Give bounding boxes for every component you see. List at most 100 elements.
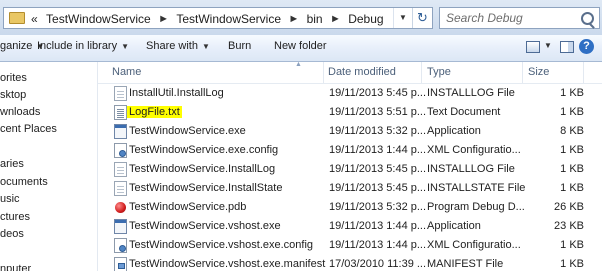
file-row[interactable]: LogFile.txt 19/11/2013 5:51 p... Text Do… [98, 103, 602, 122]
column-divider[interactable] [421, 62, 422, 83]
file-row[interactable]: TestWindowService.InstallState 19/11/201… [98, 179, 602, 198]
breadcrumb-separator-icon[interactable]: ► [330, 13, 341, 25]
file-name-highlighted: LogFile.txt [127, 106, 182, 118]
address-bar-row: « TestWindowService ► TestWindowService … [0, 0, 602, 36]
file-row[interactable]: TestWindowService.exe.config 19/11/2013 … [98, 141, 602, 160]
address-bar[interactable]: « TestWindowService ► TestWindowService … [3, 7, 433, 29]
breadcrumb-item[interactable]: TestWindowService [46, 12, 151, 26]
breadcrumb-overflow[interactable]: « [31, 12, 38, 26]
breadcrumb-item[interactable]: Debug [348, 12, 383, 26]
file-date: 19/11/2013 5:51 p... [329, 106, 427, 118]
nav-item-downloads[interactable]: wnloads [0, 106, 40, 118]
nav-item-videos[interactable]: deos [0, 228, 24, 240]
document-icon [114, 162, 127, 177]
burn-button[interactable]: Burn [228, 40, 251, 52]
folder-icon [9, 12, 25, 24]
file-type: XML Configuratio... [427, 239, 521, 251]
file-type: Application [427, 220, 481, 232]
share-with-button[interactable]: Share with ▼ [146, 40, 210, 52]
file-name: TestWindowService.InstallState [129, 182, 283, 194]
file-type: INSTALLLOG File [427, 163, 515, 175]
include-in-library-button[interactable]: Include in library ▼ [37, 40, 129, 52]
file-row[interactable]: TestWindowService.InstallLog 19/11/2013 … [98, 160, 602, 179]
chevron-down-icon[interactable]: ▼ [393, 8, 412, 28]
file-row[interactable]: TestWindowService.vshost.exe.config 19/1… [98, 236, 602, 255]
file-size: 26 KB [554, 201, 584, 213]
file-name: TestWindowService.vshost.exe [129, 220, 281, 232]
text-file-icon [114, 105, 127, 120]
help-icon[interactable]: ? [579, 39, 594, 54]
nav-item-recent-places[interactable]: cent Places [0, 123, 57, 135]
nav-item-documents[interactable]: ocuments [0, 176, 48, 188]
file-size: 23 KB [554, 220, 584, 232]
document-icon [114, 181, 127, 196]
nav-item-favorites[interactable]: orites [0, 72, 27, 84]
file-size: 8 KB [560, 125, 584, 137]
search-input[interactable]: Search Debug [439, 7, 600, 29]
column-divider[interactable] [583, 62, 584, 83]
file-type: INSTALLSTATE File [427, 182, 525, 194]
file-date: 19/11/2013 1:44 p... [329, 220, 427, 232]
file-name: TestWindowService.vshost.exe.config [129, 239, 314, 251]
file-type: XML Configuratio... [427, 144, 521, 156]
nav-item-desktop[interactable]: sktop [0, 89, 26, 101]
chevron-down-icon: ▼ [201, 42, 210, 51]
file-name: TestWindowService.pdb [129, 201, 247, 213]
breadcrumb-item[interactable]: bin [307, 12, 323, 26]
file-row[interactable]: TestWindowService.pdb 19/11/2013 5:32 p.… [98, 198, 602, 217]
column-header-size[interactable]: Size [528, 66, 549, 78]
config-icon [114, 143, 127, 158]
exe-icon [114, 124, 127, 139]
file-date: 19/11/2013 5:32 p... [329, 201, 427, 213]
file-type: Application [427, 125, 481, 137]
file-row[interactable]: TestWindowService.exe 19/11/2013 5:32 p.… [98, 122, 602, 141]
nav-item-pictures[interactable]: ctures [0, 211, 30, 223]
file-date: 19/11/2013 1:44 p... [329, 144, 427, 156]
nav-item-libraries[interactable]: aries [0, 158, 24, 170]
breadcrumb-item[interactable]: TestWindowService [176, 12, 281, 26]
file-type: Program Debug D... [427, 201, 525, 213]
file-list: InstallUtil.InstallLog 19/11/2013 5:45 p… [98, 84, 602, 271]
column-header-name[interactable]: Name [112, 66, 141, 78]
command-bar: ganize ▼ Include in library ▼ Share with ▼ … [0, 35, 602, 62]
chevron-down-icon[interactable]: ▼ [544, 41, 552, 50]
file-size: 1 KB [560, 239, 584, 251]
file-date: 19/11/2013 5:45 p... [329, 87, 427, 99]
file-name: TestWindowService.exe [129, 125, 246, 137]
include-label: Include in library [37, 40, 118, 52]
file-date: 19/11/2013 5:45 p... [329, 163, 427, 175]
new-folder-button[interactable]: New folder [274, 40, 327, 52]
nav-item-music[interactable]: usic [0, 193, 20, 205]
sort-indicator-icon: ▲ [295, 61, 302, 68]
exe-icon [114, 219, 127, 234]
column-header-date-modified[interactable]: Date modified [328, 66, 396, 78]
view-controls: ▼ ? [522, 39, 596, 57]
file-row[interactable]: InstallUtil.InstallLog 19/11/2013 5:45 p… [98, 84, 602, 103]
file-name: TestWindowService.exe.config [129, 144, 279, 156]
breadcrumb-separator-icon[interactable]: ► [158, 13, 169, 25]
file-name: LogFile.txt [127, 106, 182, 118]
organize-label: ganize [0, 40, 33, 52]
preview-pane-icon[interactable] [560, 41, 574, 53]
document-icon [114, 86, 127, 101]
file-name: TestWindowService.vshost.exe.manifest [129, 258, 326, 270]
file-date: 17/03/2010 11:39 ... [329, 258, 427, 270]
file-name: InstallUtil.InstallLog [129, 87, 224, 99]
file-size: 1 KB [560, 182, 584, 194]
file-row[interactable]: TestWindowService.vshost.exe 19/11/2013 … [98, 217, 602, 236]
navigation-pane: orites sktop wnloads cent Places aries o… [0, 62, 98, 271]
column-header-type[interactable]: Type [427, 66, 451, 78]
column-divider[interactable] [522, 62, 523, 83]
views-icon[interactable] [526, 41, 540, 53]
column-header-row: ▲ Name Date modified Type Size [98, 61, 602, 84]
refresh-icon[interactable]: ↻ [412, 8, 432, 28]
nav-item-computer[interactable]: nputer [0, 263, 31, 271]
file-date: 19/11/2013 1:44 p... [329, 239, 427, 251]
file-row[interactable]: TestWindowService.vshost.exe.manifest 17… [98, 255, 602, 271]
column-divider[interactable] [323, 62, 324, 83]
file-size: 1 KB [560, 163, 584, 175]
file-size: 1 KB [560, 144, 584, 156]
file-size: 1 KB [560, 258, 584, 270]
breadcrumb-separator-icon[interactable]: ► [288, 13, 299, 25]
file-name: TestWindowService.InstallLog [129, 163, 276, 175]
